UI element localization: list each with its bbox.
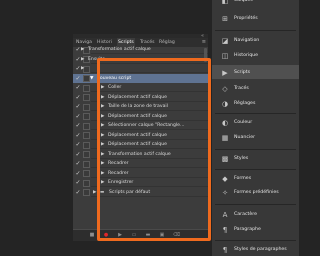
checkmark-icon[interactable]: ✓: [75, 83, 81, 92]
history-icon: ◫: [221, 52, 229, 60]
navigator-icon: ◪: [221, 37, 229, 45]
dialog-toggle[interactable]: [83, 151, 90, 158]
paths-icon: ◇: [222, 85, 228, 93]
dock-item-scripts[interactable]: ▶ Scripts: [212, 68, 299, 78]
dock-divider: [215, 204, 296, 205]
panel-dock: ◧ Calques ⊞ Propriétés ◪ Navigation ◫ Historiqu…: [212, 0, 299, 256]
dock-item-formes-pr-d-finies[interactable]: ✧ Formes prédéfinies: [212, 188, 299, 198]
dock-divider: [215, 113, 296, 114]
dock-divider: [215, 149, 296, 150]
dock-item-label: Paragraphe: [234, 227, 261, 232]
checkmark-icon[interactable]: ✓: [75, 74, 81, 83]
dock-item-styles[interactable]: ▩ Styles: [212, 154, 299, 164]
dock-item-label: Calques: [234, 0, 253, 3]
dock-divider: [215, 169, 296, 170]
dock-item-label: Scripts: [234, 70, 251, 75]
checkmark-icon[interactable]: ✓: [75, 93, 81, 102]
properties-icon: ⊞: [222, 15, 228, 23]
dock-item-styles-de-paragraphes[interactable]: ¶ Styles de paragraphes: [212, 245, 299, 255]
dock-item-paragraphe[interactable]: ¶ Paragraphe: [212, 225, 299, 235]
dock-item-label: Formes: [234, 176, 252, 181]
checkmark-icon[interactable]: ✓: [75, 150, 81, 159]
dock-item-label: Caractère: [234, 212, 257, 217]
dock-item-calques[interactable]: ◧ Calques: [212, 0, 299, 6]
dock-item-formes[interactable]: ◆ Formes: [212, 174, 299, 184]
dock-divider: [215, 240, 296, 241]
dock-item-navigation[interactable]: ◪ Navigation: [212, 36, 299, 46]
dock-item-trac-s[interactable]: ◇ Tracés: [212, 84, 299, 94]
action-row[interactable]: ✓ ▶ Transformation actif calque: [73, 45, 208, 54]
dock-item-couleur[interactable]: ◐ Couleur: [212, 118, 299, 128]
dialog-toggle[interactable]: [83, 103, 90, 111]
dialog-toggle[interactable]: [83, 170, 90, 177]
dialog-toggle[interactable]: [83, 122, 90, 130]
checkmark-icon[interactable]: ✓: [75, 188, 81, 197]
dock-item-label: Réglages: [234, 101, 256, 106]
dialog-toggle[interactable]: [83, 75, 90, 82]
dock-divider: [215, 30, 296, 31]
checkmark-icon[interactable]: ✓: [75, 102, 81, 111]
chevron-right-icon[interactable]: ▶: [81, 64, 84, 73]
color-icon: ◐: [221, 119, 229, 127]
paragraph-styles-icon: ¶: [222, 246, 228, 254]
preset-shapes-icon: ✧: [222, 189, 228, 197]
dock-item-label: Navigation: [234, 38, 260, 43]
checkmark-icon[interactable]: ✓: [75, 140, 81, 149]
dock-item-r-glages[interactable]: ◑ Réglages: [212, 99, 299, 109]
dock-item-label: Nuancier: [234, 135, 256, 140]
checkmark-icon[interactable]: ✓: [75, 169, 81, 178]
dialog-toggle[interactable]: [83, 141, 90, 149]
dock-item-historique[interactable]: ◫ Historique: [212, 51, 299, 61]
dock-item-label: Styles: [234, 156, 249, 161]
dock-item-nuancier[interactable]: ▦ Nuancier: [212, 133, 299, 143]
checkmark-icon[interactable]: ✓: [75, 121, 81, 130]
chevron-right-icon[interactable]: ▶: [81, 55, 84, 64]
paragraph-icon: ¶: [222, 226, 228, 234]
chevron-down-icon[interactable]: ▼: [90, 74, 93, 83]
adjustments-icon: ◑: [221, 100, 229, 108]
dock-item-label: Historique: [234, 53, 259, 58]
dock-item-label: Tracés: [234, 86, 249, 91]
dialog-toggle[interactable]: [83, 132, 90, 139]
dock-item-label: Formes prédéfinies: [234, 190, 279, 195]
dialog-toggle[interactable]: [83, 113, 90, 120]
dock-item-label: Styles de paragraphes: [234, 247, 287, 252]
dock-item-label: Propriétés: [234, 16, 258, 21]
dialog-toggle[interactable]: [83, 179, 90, 187]
character-icon: A: [222, 211, 228, 219]
dock-item-propri-t-s[interactable]: ⊞ Propriétés: [212, 14, 299, 24]
layers-icon: ◧: [221, 0, 229, 5]
dialog-toggle[interactable]: [83, 84, 90, 92]
dialog-toggle[interactable]: [83, 94, 90, 101]
shapes-icon: ◆: [222, 175, 228, 183]
checkmark-icon[interactable]: ✓: [75, 159, 81, 168]
play-icon: ▶: [222, 69, 228, 77]
checkmark-icon[interactable]: ✓: [75, 112, 81, 121]
dialog-toggle[interactable]: [83, 160, 90, 168]
checkmark-icon[interactable]: ✓: [75, 131, 81, 140]
styles-icon: ▩: [221, 155, 229, 163]
highlight-box: [97, 58, 211, 241]
dock-item-caract-re[interactable]: A Caractère: [212, 210, 299, 220]
swatches-icon: ▦: [221, 134, 229, 142]
dialog-toggle[interactable]: [83, 189, 90, 196]
dock-item-label: Couleur: [234, 120, 253, 125]
stop-icon[interactable]: ■: [89, 232, 95, 238]
checkmark-icon[interactable]: ✓: [75, 178, 81, 187]
chevron-right-icon[interactable]: ▶: [81, 45, 84, 54]
